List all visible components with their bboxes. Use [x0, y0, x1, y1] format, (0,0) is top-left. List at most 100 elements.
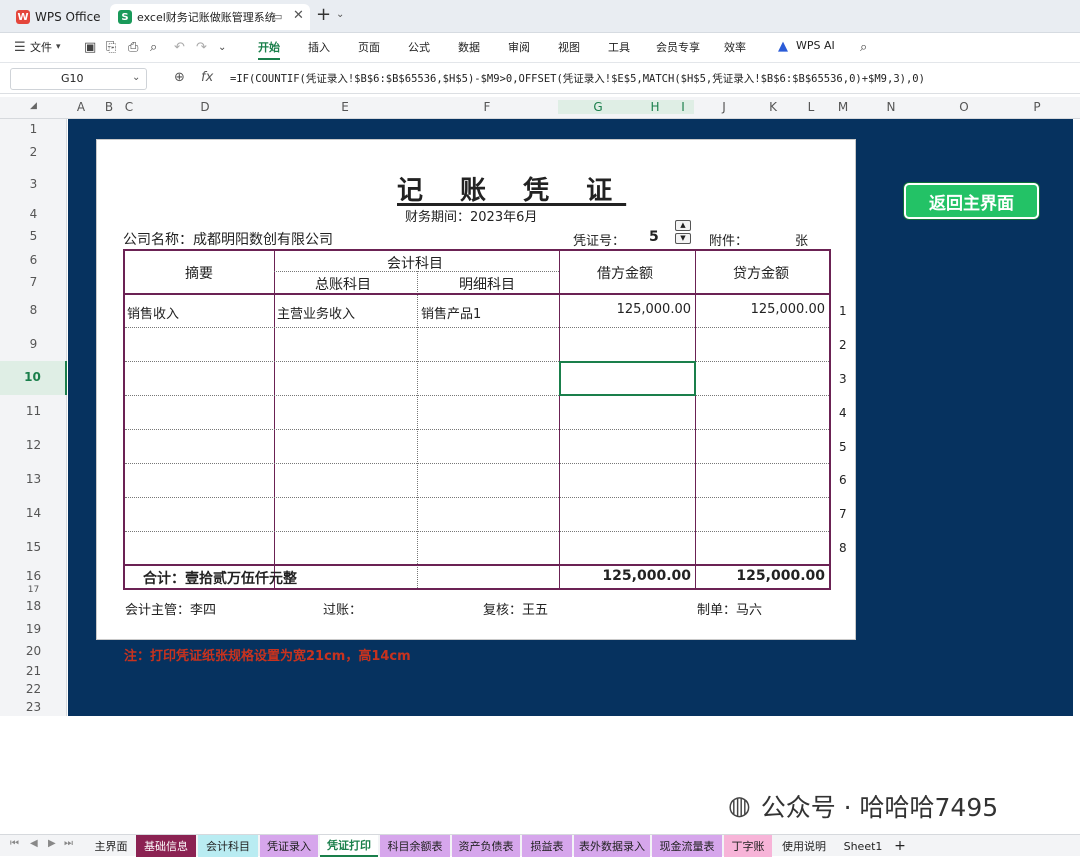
- row-header[interactable]: 6: [0, 253, 67, 267]
- name-box[interactable]: G10: [10, 68, 147, 90]
- menu-item-member[interactable]: 会员专享: [656, 39, 700, 55]
- print-icon[interactable]: ⎙: [128, 40, 138, 55]
- column-header[interactable]: P: [1028, 100, 1046, 114]
- menu-icon[interactable]: ☰: [14, 40, 26, 55]
- monitor-icon[interactable]: ▭: [272, 10, 282, 23]
- row-header[interactable]: 23: [0, 700, 67, 714]
- menu-item-insert[interactable]: 插入: [308, 39, 330, 55]
- column-header[interactable]: I: [672, 100, 694, 114]
- column-header[interactable]: D: [196, 100, 214, 114]
- entry-general[interactable]: 主营业务收入: [277, 303, 355, 322]
- column-header[interactable]: H: [638, 100, 672, 114]
- menu-item-start[interactable]: 开始: [258, 39, 280, 60]
- function-icon[interactable]: fx: [201, 70, 213, 85]
- chevron-down-icon[interactable]: ⌄: [218, 42, 226, 53]
- row-header[interactable]: 4: [0, 207, 67, 221]
- sheet-tab[interactable]: 丁字账: [724, 835, 772, 857]
- menu-item-formula[interactable]: 公式: [408, 39, 430, 55]
- select-all-icon[interactable]: ◢: [30, 101, 37, 111]
- entry-detail[interactable]: 销售产品1: [421, 303, 481, 322]
- column-header[interactable]: F: [478, 100, 496, 114]
- column-header[interactable]: G: [558, 100, 638, 114]
- column-header[interactable]: L: [802, 100, 820, 114]
- row-header[interactable]: 3: [0, 177, 67, 191]
- chevron-down-icon[interactable]: ⌄: [132, 72, 140, 83]
- row-header[interactable]: 8: [0, 303, 67, 317]
- row-header[interactable]: 20: [0, 644, 67, 658]
- sheet-tab[interactable]: 基础信息: [136, 835, 196, 857]
- redo-icon[interactable]: ↷: [196, 40, 207, 55]
- chevron-down-icon[interactable]: ▾: [56, 42, 61, 52]
- preview-icon[interactable]: ⌕: [150, 40, 157, 55]
- column-header[interactable]: K: [764, 100, 782, 114]
- menu-item-page[interactable]: 页面: [358, 39, 380, 55]
- formula-input[interactable]: =IF(COUNTIF(凭证录入!$B$6:$B$65536,$H$5)-$M9…: [230, 71, 925, 86]
- entry-summary[interactable]: 销售收入: [127, 303, 179, 322]
- sheet-tab[interactable]: 科目余额表: [380, 835, 450, 857]
- column-header[interactable]: O: [955, 100, 973, 114]
- undo-icon[interactable]: ↶: [174, 40, 185, 55]
- menu-item-view[interactable]: 视图: [558, 39, 580, 55]
- row-header[interactable]: 19: [0, 622, 67, 636]
- add-sheet-icon[interactable]: +: [892, 835, 908, 857]
- row-header[interactable]: 16: [0, 569, 67, 583]
- row-header[interactable]: 12: [0, 438, 67, 452]
- spin-down-button[interactable]: ▼: [675, 233, 691, 244]
- close-tab-icon[interactable]: ✕: [293, 8, 304, 23]
- column-header[interactable]: M: [834, 100, 852, 114]
- row-header[interactable]: 15: [0, 540, 67, 554]
- column-header[interactable]: A: [72, 100, 90, 114]
- row-header[interactable]: 21: [0, 664, 67, 678]
- save-icon[interactable]: ▣: [84, 40, 96, 55]
- last-sheet-icon[interactable]: ⏭: [64, 838, 73, 849]
- menu-item-tools[interactable]: 工具: [608, 39, 630, 55]
- row-header[interactable]: 5: [0, 229, 67, 243]
- menu-item-wps-ai[interactable]: WPS AI: [796, 39, 835, 52]
- column-header[interactable]: C: [120, 100, 138, 114]
- column-header[interactable]: E: [336, 100, 354, 114]
- row-header[interactable]: 1: [0, 122, 67, 136]
- sheet-tab[interactable]: 主界面: [88, 835, 134, 857]
- row-header[interactable]: 18: [0, 599, 67, 613]
- sheet-tab[interactable]: 现金流量表: [652, 835, 722, 857]
- row-header[interactable]: 13: [0, 472, 67, 486]
- export-icon[interactable]: ⎘: [106, 40, 116, 55]
- sheet-tab-active[interactable]: 凭证打印: [320, 835, 378, 857]
- entry-credit[interactable]: 125,000.00: [695, 302, 825, 317]
- sheet-tab[interactable]: Sheet1: [836, 835, 890, 857]
- selected-cell[interactable]: [559, 361, 696, 396]
- row-header[interactable]: 7: [0, 275, 67, 289]
- zoom-icon[interactable]: ⊕: [174, 70, 185, 85]
- menu-item-review[interactable]: 审阅: [508, 39, 530, 55]
- spin-up-button[interactable]: ▲: [675, 220, 691, 231]
- row-header[interactable]: 10: [0, 361, 67, 395]
- row-header[interactable]: 22: [0, 682, 67, 696]
- tab-wps-office[interactable]: W WPS Office: [8, 4, 109, 30]
- prev-sheet-icon[interactable]: ◀: [30, 838, 38, 849]
- sheet-tab[interactable]: 资产负债表: [452, 835, 520, 857]
- sheet-tab[interactable]: 会计科目: [198, 835, 258, 857]
- menu-item-data[interactable]: 数据: [458, 39, 480, 55]
- entry-debit[interactable]: 125,000.00: [559, 302, 691, 317]
- chevron-down-icon[interactable]: ⌄: [336, 9, 344, 20]
- menu-file[interactable]: 文件: [30, 39, 52, 55]
- sheet-tab[interactable]: 损益表: [522, 835, 572, 857]
- column-header[interactable]: B: [100, 100, 118, 114]
- next-sheet-icon[interactable]: ▶: [48, 838, 56, 849]
- search-icon[interactable]: ⌕: [860, 40, 867, 55]
- row-header[interactable]: 14: [0, 506, 67, 520]
- sheet-tab[interactable]: 使用说明: [774, 835, 834, 857]
- column-header[interactable]: J: [715, 100, 733, 114]
- row-header[interactable]: 2: [0, 145, 67, 159]
- row-number: 4: [839, 406, 847, 420]
- row-header[interactable]: 11: [0, 404, 67, 418]
- sheet-tab[interactable]: 表外数据录入: [574, 835, 650, 857]
- return-main-button[interactable]: 返回主界面: [904, 183, 1039, 219]
- menu-item-efficiency[interactable]: 效率: [724, 39, 746, 55]
- row-header[interactable]: 17: [0, 585, 67, 595]
- column-header[interactable]: N: [882, 100, 900, 114]
- row-header[interactable]: 9: [0, 337, 67, 351]
- sheet-tab[interactable]: 凭证录入: [260, 835, 318, 857]
- first-sheet-icon[interactable]: ⏮: [10, 838, 19, 849]
- new-tab-icon[interactable]: +: [316, 4, 331, 25]
